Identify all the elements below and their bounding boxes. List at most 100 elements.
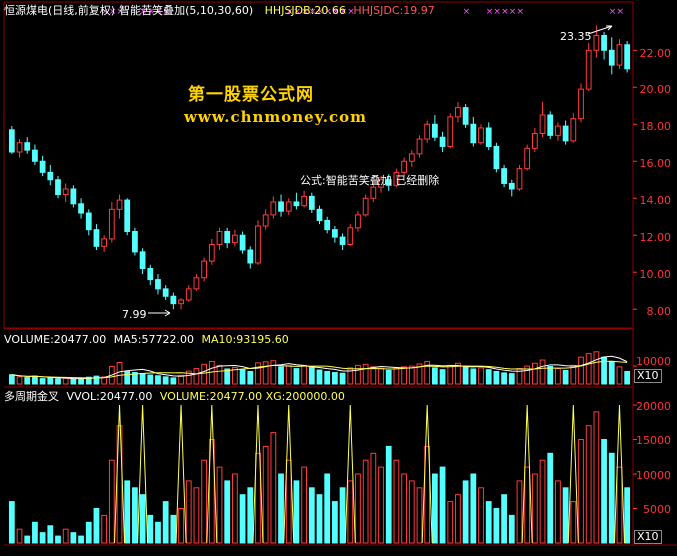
indicator-bar [624,487,631,544]
volume-value: VOLUME:20477.00 [4,333,107,346]
candle-body [562,125,569,142]
candle-body [193,277,200,290]
volume-bar [39,378,46,385]
candle-body [285,201,292,212]
candle-body [224,231,231,244]
indicator-bar [401,473,407,544]
formula-note: 公式:智能苦笑叠加 已经删除 [300,174,440,187]
indicator-bar [55,535,61,544]
indicator-bar [24,535,31,544]
chart-canvas[interactable]: × × × × × × × × × × × × × × × × × × × × × × × × [0,0,677,556]
candle-body [331,229,338,238]
candle-body [270,201,277,216]
stock-title: 恒源煤电(日线,前复权) [4,4,116,17]
candle-body [170,295,177,305]
candle-body [593,34,600,51]
price-tick: 18.00 [639,120,672,133]
volume-bar [32,375,38,385]
indicator-bar [201,459,208,544]
candle-body [201,260,208,279]
candle-body [370,186,377,199]
indicator-bar [555,480,561,544]
price-pane-frame [3,1,634,329]
indicator-bar [178,508,184,544]
price-header: 恒源煤电(日线,前复权) 智能苦笑叠加(5,10,30,60) HHJSJDB:2… [4,4,435,17]
indicator-bar [347,480,354,544]
candle-body [16,142,23,153]
indicator-bar [601,439,607,544]
indicator-bar [124,480,131,544]
volume-bar [55,378,61,385]
volume-bar [378,367,384,385]
price-tick: 10.00 [639,268,672,281]
volume-bar [624,370,631,385]
candle-body [470,123,477,144]
volume-bar [578,356,584,385]
candle-body [70,188,77,205]
signal-marker: × [509,7,517,17]
indicator-bar [531,473,538,544]
volume-bar [193,368,200,385]
volume-bar [608,360,615,385]
volume-bar [385,369,392,385]
price-tick: 22.00 [639,47,672,60]
hhjsjdb-value: HHJSJDB:20.66 [264,4,346,17]
signal-marker: × [463,7,471,17]
candle-body [547,114,554,136]
volume-bar [170,377,177,385]
indicator-tick: 20000 [636,400,671,413]
indicator-bar [331,501,338,544]
candle-body [101,238,108,247]
indicator-bar [93,508,100,544]
candle-body [116,199,123,210]
indicator-bar [147,514,154,544]
candle-body [108,208,115,240]
indicator-bar [431,473,438,544]
volume-bar [308,367,315,385]
candle-body [124,199,131,233]
price-tick: 20.00 [639,83,672,96]
volume-bar [78,378,84,385]
volume-bar [616,366,623,385]
volume-bar [570,364,577,385]
candle-body [262,214,269,227]
candle-body [339,236,346,245]
candle-body [455,107,461,118]
volume-bar [139,373,146,385]
indicator-name: 多周期金叉 [4,390,59,403]
indicator-bar [378,466,384,544]
ma10-value: MA10:93195.60 [201,333,289,346]
indicator-bar [255,452,261,544]
volume-bar [393,367,400,385]
volume-bar [93,375,100,385]
volume-bar [155,375,161,385]
candle-body [624,44,631,70]
volume-bar [224,368,231,385]
candle-body [301,195,308,207]
price-tick: 16.00 [639,157,672,170]
chart-window[interactable]: × × × × × × × × × × × × × × × × × × × × × × × × 恒源煤电(日线,前复权) 智能苦… [0,0,677,556]
candle-body [485,127,492,147]
candle-body [316,208,323,221]
indicator-bar [170,514,177,544]
candle-body [147,268,154,281]
volume-bar [16,376,23,385]
indicator-bar [270,432,277,544]
candle-body [531,133,538,149]
watermark-site-name: 第一股票公式网 [188,85,314,105]
candle-body [208,243,215,262]
candle-body [247,249,254,264]
candle-body [493,145,500,170]
candle-body [478,127,484,144]
indicator-bar [608,452,615,544]
indicator-bar [301,466,308,544]
volume-bar [547,365,554,385]
indicator-bar [232,473,238,544]
price-low-label: 7.99 [122,308,147,321]
candle-body [155,279,161,290]
indicator-bar [385,445,392,544]
indicator-bar [247,487,254,544]
volume-bar [555,368,561,385]
candle-body [8,129,15,153]
candle-body [539,114,546,135]
